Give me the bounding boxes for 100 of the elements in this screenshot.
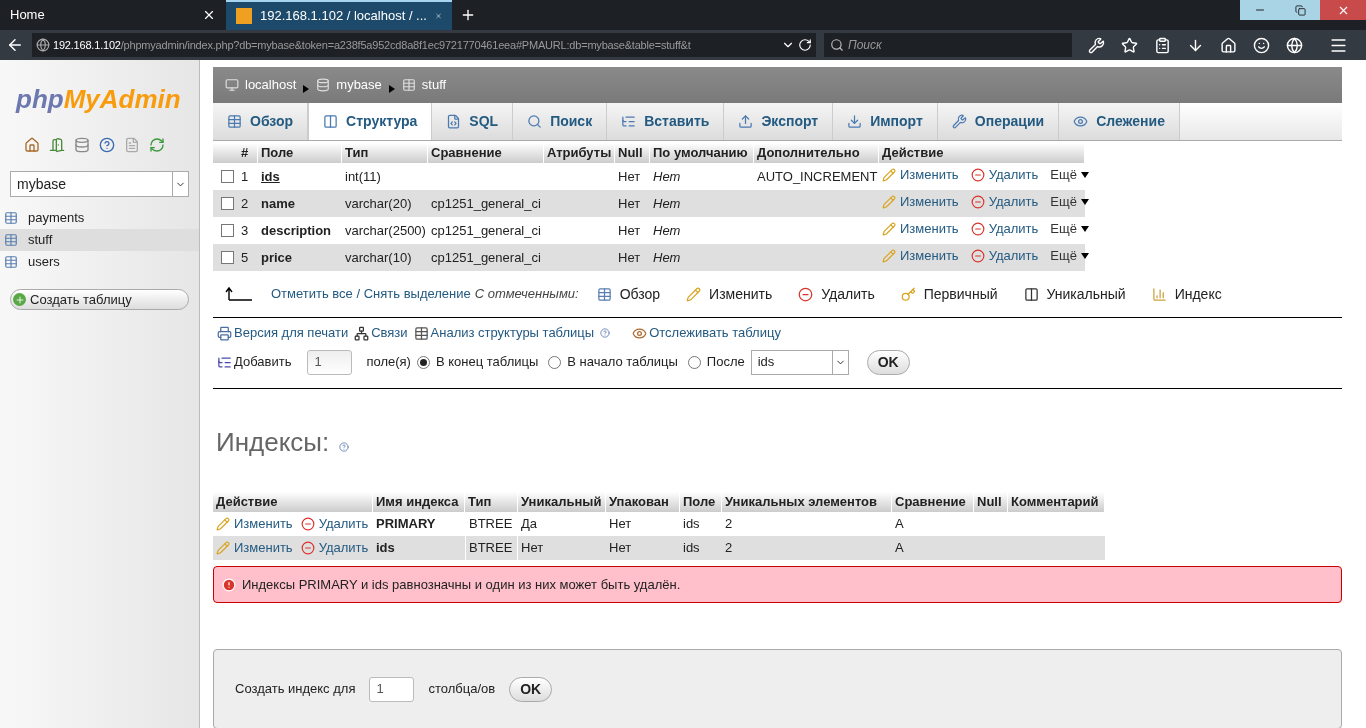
- address-bar[interactable]: 192.168.1.102/phpmyadmin/index.php?db=mybase&token=a238f5a952cd8a8f1ec9721770461eea#PMAURL:db=mybase&table=stuff&t: [32, 33, 816, 57]
- tab[interactable]: Импорт: [833, 103, 938, 140]
- create-table-button[interactable]: Создать таблицу: [10, 289, 189, 310]
- bulk-action-button[interactable]: Первичный: [900, 283, 998, 305]
- table-cell: Нет: [653, 222, 681, 238]
- action-link[interactable]: Анализ структуры таблицы: [430, 323, 595, 343]
- add-label: Добавить: [234, 353, 292, 372]
- more-menu[interactable]: Ещё: [1050, 192, 1089, 212]
- edit-link[interactable]: Изменить: [234, 538, 293, 558]
- tab[interactable]: Экспорт: [724, 103, 834, 140]
- table-cell-text: 2: [725, 539, 733, 558]
- edit-link[interactable]: Изменить: [900, 219, 959, 239]
- row-checkbox[interactable]: [221, 197, 234, 210]
- index-name: PRIMARY: [376, 516, 436, 532]
- ok-button[interactable]: OK: [509, 676, 553, 702]
- radio-button[interactable]: [687, 355, 701, 369]
- database-select[interactable]: mybase: [10, 171, 189, 197]
- search-field[interactable]: Поиск: [824, 33, 1072, 57]
- row-checkbox[interactable]: [221, 170, 234, 183]
- browser-tab[interactable]: 192.168.1.102 / localhost / ...: [226, 0, 452, 30]
- help-icon: [99, 137, 115, 153]
- tab[interactable]: Обзор: [213, 103, 309, 140]
- tab[interactable]: Операции: [937, 103, 1060, 140]
- more-menu[interactable]: Ещё: [1050, 219, 1089, 239]
- separator-icon: [302, 85, 311, 93]
- close-icon[interactable]: [202, 8, 216, 22]
- drop-link[interactable]: Удалить: [988, 246, 1039, 266]
- help-icon: [339, 441, 350, 452]
- table-cell: 3: [241, 222, 249, 238]
- logo[interactable]: phpMyAdmin: [16, 80, 189, 119]
- bulk-action-button[interactable]: Обзор: [596, 283, 661, 305]
- after-select[interactable]: ids: [750, 349, 849, 375]
- tab[interactable]: SQL: [432, 103, 514, 140]
- ok-button[interactable]: OK: [866, 349, 910, 375]
- pencil-icon: [882, 168, 896, 183]
- new-tab-icon[interactable]: [460, 7, 476, 23]
- table-link[interactable]: users: [0, 251, 199, 273]
- more-menu[interactable]: Ещё: [1050, 165, 1089, 185]
- table-cell: Нет: [618, 249, 641, 265]
- bulk-action-button[interactable]: Удалить: [798, 283, 875, 305]
- table-cell-text: 2: [725, 515, 733, 534]
- smile-icon[interactable]: [1253, 36, 1270, 54]
- field-name: name: [261, 195, 295, 211]
- drop-link[interactable]: Удалить: [318, 514, 369, 534]
- table-cell-text: BTREE: [469, 515, 513, 534]
- breadcrumb-link[interactable]: localhost: [245, 75, 297, 95]
- drop-link[interactable]: Удалить: [988, 165, 1039, 185]
- table-link[interactable]: stuff: [0, 229, 199, 251]
- pencil-icon: [882, 222, 896, 237]
- reload-icon: [149, 137, 165, 153]
- table-icon: [227, 114, 242, 129]
- globe-icon[interactable]: [1286, 36, 1303, 54]
- bulk-action-button[interactable]: Индекс: [1151, 283, 1222, 305]
- more-menu[interactable]: Ещё: [1050, 246, 1089, 266]
- radio-button[interactable]: [416, 355, 430, 369]
- tab-title: 192.168.1.102 / localhost / ...: [260, 7, 427, 26]
- action-link[interactable]: Связи: [371, 323, 408, 343]
- breadcrumb-link[interactable]: stuff: [421, 75, 447, 95]
- home-icon[interactable]: [1220, 36, 1237, 54]
- bulk-action-button[interactable]: Уникальный: [1023, 283, 1126, 305]
- pencil-icon: [882, 249, 896, 264]
- count-field[interactable]: 1: [307, 349, 353, 375]
- star-icon[interactable]: [1121, 36, 1138, 54]
- action-link[interactable]: Отслеживать таблицу: [649, 323, 781, 343]
- reload-icon[interactable]: [798, 38, 812, 52]
- clipboard-icon[interactable]: [1154, 36, 1171, 54]
- eye-icon: [632, 325, 648, 341]
- edit-link[interactable]: Изменить: [900, 246, 959, 266]
- row-checkbox[interactable]: [221, 251, 234, 264]
- maximize-button[interactable]: [1280, 0, 1320, 20]
- back-icon[interactable]: [6, 36, 24, 54]
- action-link[interactable]: Версия для печати: [234, 323, 349, 343]
- drop-link[interactable]: Удалить: [318, 538, 369, 558]
- check-all-link[interactable]: Отметить все / Снять выделение: [271, 284, 471, 304]
- pma-icon: [236, 8, 252, 24]
- bulk-action-button[interactable]: Изменить: [686, 283, 773, 305]
- drop-link[interactable]: Удалить: [988, 219, 1039, 239]
- column-count-field[interactable]: 1: [369, 676, 415, 702]
- tab[interactable]: Структура: [308, 103, 433, 140]
- table-cell: Нет: [653, 249, 681, 265]
- edit-link[interactable]: Изменить: [900, 165, 959, 185]
- breadcrumb-link[interactable]: mybase: [336, 75, 382, 95]
- tab[interactable]: Слежение: [1059, 103, 1180, 140]
- radio-label: В начало таблицы: [567, 353, 678, 372]
- tab[interactable]: Вставить: [607, 103, 725, 140]
- row-checkbox[interactable]: [221, 224, 234, 237]
- create-index-label: Создать индекс для: [235, 680, 356, 699]
- arrow-icon: [225, 286, 253, 302]
- restore-icon: [1294, 4, 1306, 16]
- edit-link[interactable]: Изменить: [234, 514, 293, 534]
- tab[interactable]: Поиск: [513, 103, 608, 140]
- radio-button[interactable]: [548, 355, 562, 369]
- wrench-icon[interactable]: [1088, 36, 1105, 54]
- edit-link[interactable]: Изменить: [900, 192, 959, 212]
- drop-link[interactable]: Удалить: [988, 192, 1039, 212]
- browser-tab[interactable]: Home: [0, 0, 226, 30]
- minus-circle-icon: [300, 541, 315, 555]
- upload-icon: [738, 114, 754, 129]
- table-link[interactable]: payments: [0, 207, 199, 229]
- chart-icon: [1151, 286, 1167, 302]
